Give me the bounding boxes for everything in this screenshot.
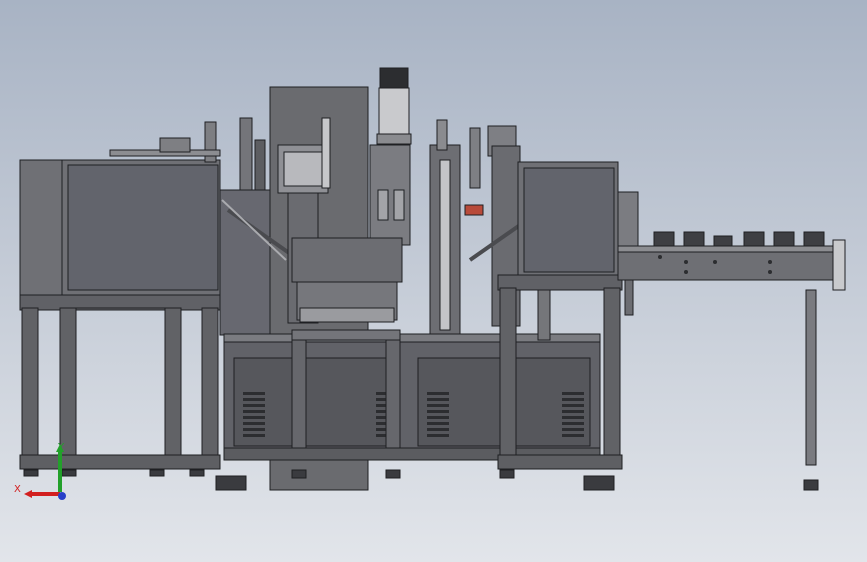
- right-inner-post: [537, 289, 551, 341]
- right-post: [469, 127, 481, 189]
- base-window-left: [233, 357, 397, 447]
- machine-assembly-model[interactable]: [0, 0, 867, 562]
- z-axis-dot: [58, 492, 66, 500]
- right-frame-bottom-rail: [497, 454, 623, 470]
- left-leg: [164, 307, 182, 469]
- right-frame-base: [497, 274, 623, 291]
- left-frame-inner: [75, 307, 166, 456]
- dial-table-housing: [291, 237, 403, 283]
- cylinder-body: [378, 87, 410, 137]
- y-axis-label: Y: [57, 442, 65, 453]
- control-box: [617, 191, 639, 253]
- center-front-frame-top: [291, 329, 401, 341]
- conveyor-left-support: [624, 279, 634, 316]
- right-rail-inner: [439, 159, 451, 331]
- red-sensor: [464, 204, 484, 216]
- x-axis-label: X: [14, 484, 21, 495]
- conveyor-belt: [617, 249, 834, 281]
- center-front-frame-right-post: [385, 329, 401, 461]
- cad-viewport[interactable]: X Y: [0, 0, 867, 562]
- leveling-feet: [23, 469, 819, 491]
- right-guide-post: [436, 119, 448, 151]
- press-window: [283, 151, 323, 187]
- conveyor-products: [653, 231, 825, 247]
- right-cabinet-window: [523, 167, 615, 273]
- right-leg: [499, 287, 517, 464]
- right-leg: [603, 287, 621, 464]
- left-leg: [201, 307, 219, 469]
- gripper-jaw: [377, 189, 389, 221]
- conveyor-leg: [805, 289, 817, 466]
- cylinder-base: [376, 133, 412, 145]
- cylinder-cap: [379, 67, 409, 91]
- x-axis-arrowhead: [24, 490, 32, 498]
- dial-table-plate: [299, 307, 395, 323]
- center-rod: [321, 117, 331, 189]
- top-bracket: [159, 137, 191, 153]
- conveyor-end-cap: [832, 239, 846, 291]
- left-cabinet-window: [67, 164, 219, 291]
- gripper-jaw: [393, 189, 405, 221]
- center-front-frame-left-post: [291, 329, 307, 461]
- coordinate-triad: X Y: [14, 442, 66, 500]
- conveyor-top-edge: [617, 245, 834, 253]
